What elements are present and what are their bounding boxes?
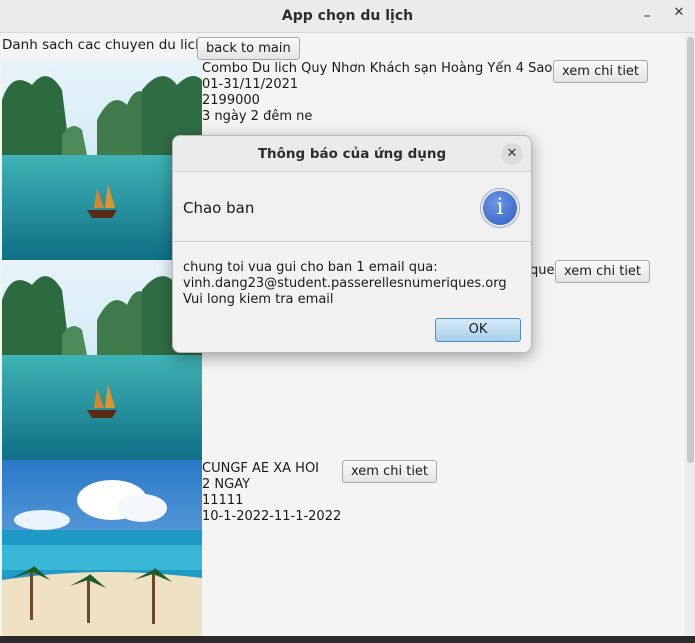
dialog-title[interactable]: Thông báo của ứng dụng — [173, 136, 531, 172]
trip-3-image — [2, 460, 202, 636]
desktop-edge — [0, 636, 695, 643]
vertical-scrollbar[interactable] — [685, 33, 695, 636]
trip-1-info: Combo Du lich Quy Nhơn Khách sạn Hoàng Y… — [202, 61, 552, 125]
tropical-beach-image — [2, 460, 202, 636]
window-title: App chọn du lịch — [281, 8, 414, 24]
ok-button[interactable]: OK — [435, 318, 521, 342]
minimize-button[interactable]: – — [637, 6, 657, 26]
trip-1-duration: 3 ngày 2 đêm ne — [202, 109, 313, 124]
info-icon: i — [481, 189, 519, 227]
trip-1-price: 2199000 — [202, 93, 260, 108]
dialog-header: Chao ban i — [173, 173, 531, 242]
trip-3-price: 11111 — [202, 493, 244, 508]
back-to-main-button[interactable]: back to main — [197, 37, 300, 60]
trip-2-detail-button[interactable]: xem chi tiet — [555, 260, 651, 283]
trip-1-name: Combo Du lich Quy Nhơn Khách sạn Hoàng Y… — [202, 61, 553, 76]
dialog-close-button[interactable]: ✕ — [501, 143, 523, 165]
trip-3-duration: 2 NGAY — [202, 477, 251, 492]
trip-2-info: que — [530, 263, 555, 279]
trip-1-dates: 01-31/11/2021 — [202, 77, 299, 92]
dialog-message: chung toi vua gui cho ban 1 email qua: v… — [183, 260, 507, 308]
trip-3-info: CUNGF AE XA HOI 2 NGAY 11111 10-1-2022-1… — [202, 461, 341, 525]
dialog-message-line-3: Vui long kiem tra email — [183, 292, 334, 307]
dialog-message-line-2: vinh.dang23@student.passerellesnumerique… — [183, 276, 507, 291]
scrollbar-thumb[interactable] — [687, 37, 694, 463]
page-heading: Danh sach cac chuyen du lich — [2, 37, 204, 53]
trip-1-detail-button[interactable]: xem chi tiet — [553, 60, 649, 83]
title-bar[interactable]: App chọn du lịch – ✕ — [0, 0, 695, 33]
trip-3-name: CUNGF AE XA HOI — [202, 461, 320, 476]
info-dialog: Thông báo của ứng dụng ✕ Chao ban i chun… — [172, 135, 532, 353]
close-window-button[interactable]: ✕ — [669, 3, 689, 23]
dialog-message-line-1: chung toi vua gui cho ban 1 email qua: — [183, 260, 438, 275]
trip-3-dates: 10-1-2022-11-1-2022 — [202, 509, 342, 524]
trip-3-detail-button[interactable]: xem chi tiet — [342, 460, 438, 483]
dialog-header-text: Chao ban — [183, 199, 255, 217]
trip-2-name-fragment: que — [530, 263, 555, 278]
app-window: App chọn du lịch – ✕ Danh sach cac chuye… — [0, 0, 695, 636]
